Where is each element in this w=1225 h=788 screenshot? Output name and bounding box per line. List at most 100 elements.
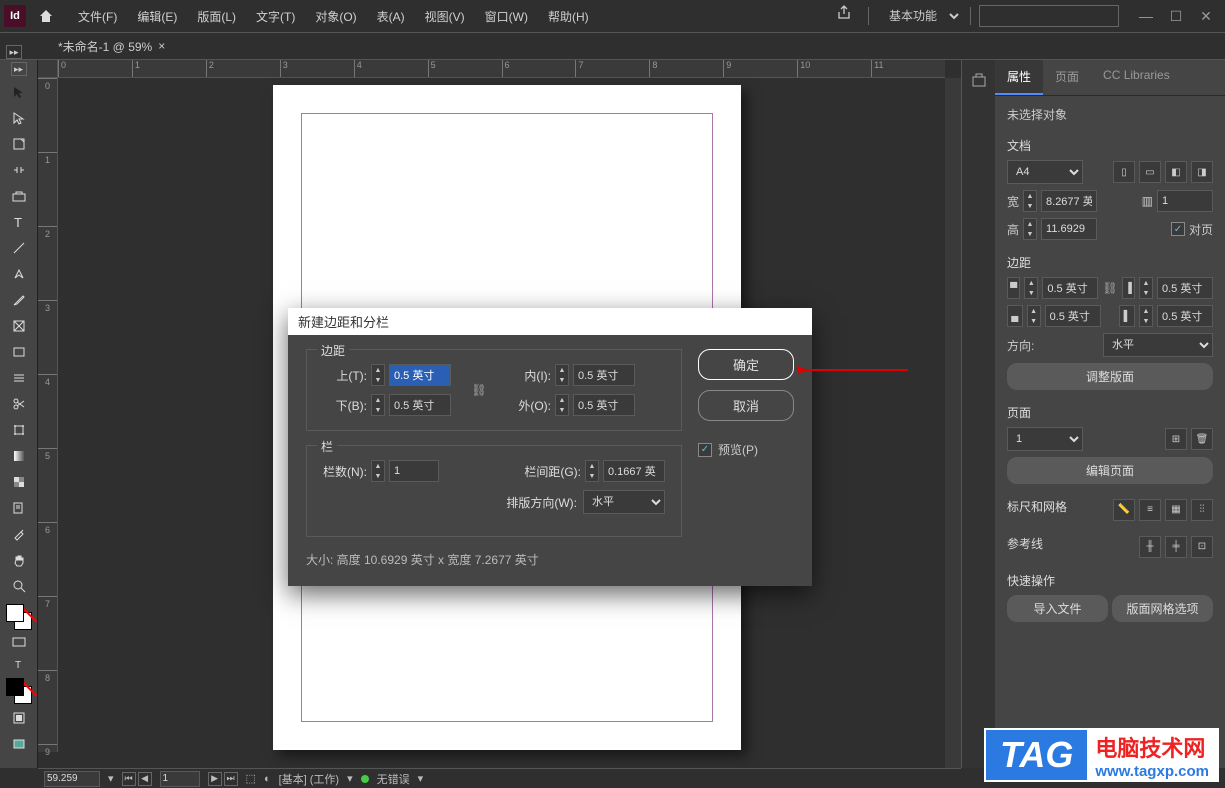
margin-outside-stepper[interactable]: ▲▼	[1139, 305, 1153, 327]
free-transform-tool-icon[interactable]	[4, 418, 34, 442]
menu-help[interactable]: 帮助(H)	[538, 4, 599, 29]
text-formatting-icon[interactable]: T	[4, 654, 34, 674]
baseline-grid-icon[interactable]: ≡	[1139, 499, 1161, 521]
gutter-input[interactable]	[603, 460, 665, 482]
margin-inside-input[interactable]	[1157, 277, 1213, 299]
orientation-landscape-icon[interactable]: ▭	[1139, 161, 1161, 183]
gradient-feather-tool-icon[interactable]	[4, 470, 34, 494]
width-stepper[interactable]: ▲▼	[1023, 190, 1037, 212]
line-tool-icon[interactable]	[4, 236, 34, 260]
eyedropper-tool-icon[interactable]	[4, 522, 34, 546]
menu-type[interactable]: 文字(T)	[246, 4, 305, 29]
cancel-button[interactable]: 取消	[698, 390, 794, 421]
margin-outside-input[interactable]	[1157, 305, 1213, 327]
scissors-tool-icon[interactable]	[4, 392, 34, 416]
margin-top-stepper[interactable]: ▲▼	[1024, 277, 1038, 299]
gutter-stepper[interactable]: ▲▼	[585, 460, 599, 482]
outside-input[interactable]	[573, 394, 635, 416]
view-mode-icon[interactable]	[4, 706, 34, 730]
link-margins-icon[interactable]: ⛓	[1102, 278, 1117, 298]
menu-file[interactable]: 文件(F)	[68, 4, 127, 29]
margin-bottom-stepper[interactable]: ▲▼	[1027, 305, 1041, 327]
vertical-scrollbar[interactable]	[945, 78, 961, 768]
tab-properties[interactable]: 属性	[995, 60, 1043, 95]
width-input[interactable]	[1041, 190, 1097, 212]
edit-page-button[interactable]: 编辑页面	[1007, 457, 1213, 484]
page-tool-icon[interactable]	[4, 132, 34, 156]
column-count-input[interactable]	[389, 460, 439, 482]
type-tool-icon[interactable]: T	[4, 210, 34, 234]
menu-object[interactable]: 对象(O)	[305, 4, 366, 29]
screen-mode-icon[interactable]	[4, 732, 34, 756]
layout-grid-icon[interactable]: ⫶⫶	[1191, 499, 1213, 521]
search-input[interactable]	[979, 5, 1119, 27]
preflight-label[interactable]: 无错误	[377, 771, 410, 787]
tab-pages[interactable]: 页面	[1043, 60, 1091, 95]
menu-table[interactable]: 表(A)	[367, 4, 415, 29]
rectangle-tool-icon[interactable]	[4, 340, 34, 364]
selection-tool-icon[interactable]	[4, 80, 34, 104]
bottom-stepper[interactable]: ▲▼	[371, 394, 385, 416]
doc-grid-icon[interactable]: ▦	[1165, 499, 1187, 521]
height-input[interactable]	[1041, 218, 1097, 240]
menu-layout[interactable]: 版面(L)	[187, 4, 246, 29]
top-input[interactable]	[389, 364, 451, 386]
link-margins-dialog-icon[interactable]: ⛓	[471, 380, 487, 400]
apply-color-swatch-icon[interactable]	[6, 678, 32, 704]
new-page-icon[interactable]: ⊞	[1165, 428, 1187, 450]
outside-stepper[interactable]: ▲▼	[555, 394, 569, 416]
next-page-icon[interactable]: ▶	[208, 772, 222, 786]
margin-inside-stepper[interactable]: ▲▼	[1139, 277, 1153, 299]
zoom-dropdown-icon[interactable]: ▾	[108, 772, 114, 785]
cc-libraries-icon[interactable]	[967, 68, 991, 92]
hand-tool-icon[interactable]	[4, 548, 34, 572]
gap-tool-icon[interactable]	[4, 158, 34, 182]
menu-window[interactable]: 窗口(W)	[475, 4, 538, 29]
horizontal-grid-tool-icon[interactable]	[4, 366, 34, 390]
writing-direction-select[interactable]: 水平	[583, 490, 665, 514]
pen-tool-icon[interactable]	[4, 262, 34, 286]
tab-cc-libraries[interactable]: CC Libraries	[1091, 60, 1182, 95]
zoom-input[interactable]	[44, 771, 100, 787]
page-input[interactable]	[160, 771, 200, 787]
guides-toggle-icon[interactable]: ╫	[1139, 536, 1161, 558]
gradient-swatch-tool-icon[interactable]	[4, 444, 34, 468]
pencil-tool-icon[interactable]	[4, 288, 34, 312]
smart-guides-icon[interactable]: ╪	[1165, 536, 1187, 558]
ok-button[interactable]: 确定	[698, 349, 794, 380]
grid-options-button[interactable]: 版面网格选项	[1112, 595, 1213, 622]
page-size-select[interactable]: A4	[1007, 160, 1083, 184]
direct-selection-tool-icon[interactable]	[4, 106, 34, 130]
document-tab[interactable]: *未命名-1 @ 59% ×	[50, 34, 173, 59]
orientation-portrait-icon[interactable]: ▯	[1113, 161, 1135, 183]
bottom-input[interactable]	[389, 394, 451, 416]
ruler-toggle-icon[interactable]: 📏	[1113, 499, 1135, 521]
menu-view[interactable]: 视图(V)	[415, 4, 475, 29]
horizontal-ruler[interactable]: 0 1 2 3 4 5 6 7 8 9 10 11	[58, 60, 945, 78]
lock-guides-icon[interactable]: ⊡	[1191, 536, 1213, 558]
zoom-tool-icon[interactable]	[4, 574, 34, 598]
last-page-icon[interactable]: ⏭	[224, 772, 238, 786]
window-close-icon[interactable]: ✕	[1191, 6, 1221, 26]
menu-edit[interactable]: 编辑(E)	[127, 4, 187, 29]
direction-select[interactable]: 水平	[1103, 333, 1213, 357]
ruler-origin[interactable]	[38, 60, 58, 78]
control-strip-expander-icon[interactable]: ▸▸	[6, 45, 22, 59]
workspace-select[interactable]: 基本功能	[877, 4, 962, 28]
close-tab-icon[interactable]: ×	[158, 39, 165, 53]
tool-expander-icon[interactable]: ▸▸	[11, 62, 27, 76]
column-count-stepper[interactable]: ▲▼	[371, 460, 385, 482]
facing-pages-checkbox[interactable]: ✓	[1171, 222, 1185, 236]
preflight-dropdown-icon[interactable]: ▾	[418, 772, 424, 785]
window-maximize-icon[interactable]: ☐	[1161, 6, 1191, 26]
preset-dropdown-icon[interactable]: ▾	[347, 772, 353, 785]
note-tool-icon[interactable]	[4, 496, 34, 520]
vertical-ruler[interactable]: 0 1 2 3 4 5 6 7 8 9	[38, 78, 58, 752]
margin-bottom-input[interactable]	[1045, 305, 1101, 327]
height-stepper[interactable]: ▲▼	[1023, 218, 1037, 240]
import-file-button[interactable]: 导入文件	[1007, 595, 1108, 622]
top-stepper[interactable]: ▲▼	[371, 364, 385, 386]
fill-stroke-swatch-icon[interactable]	[6, 604, 32, 630]
window-minimize-icon[interactable]: —	[1131, 6, 1161, 26]
inside-stepper[interactable]: ▲▼	[555, 364, 569, 386]
